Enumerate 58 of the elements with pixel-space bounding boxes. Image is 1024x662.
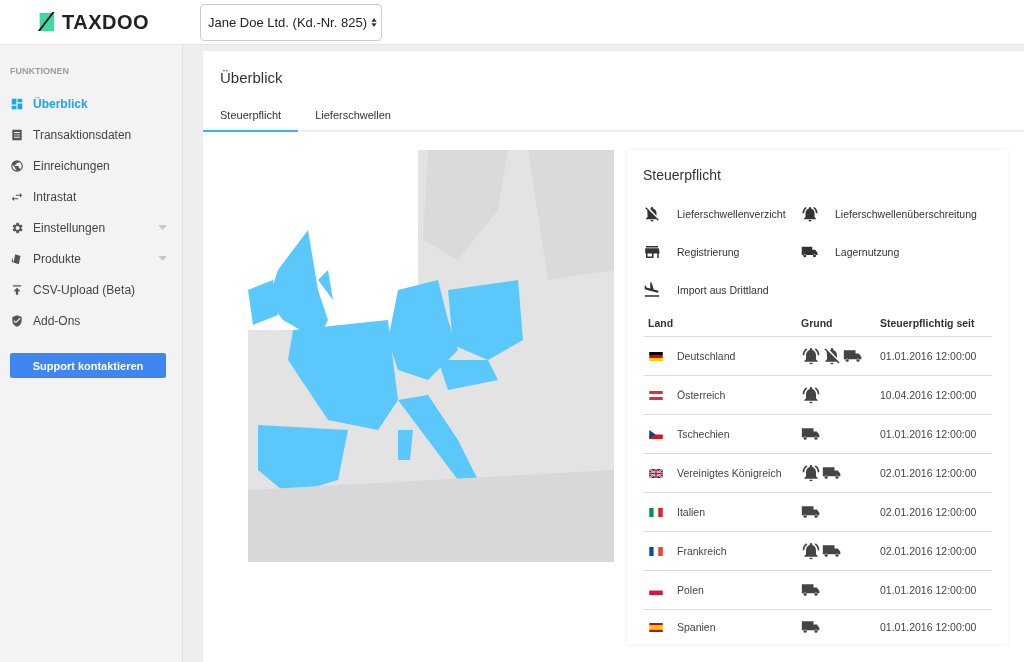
sort-caret-icon bbox=[371, 16, 377, 28]
shield-check-icon bbox=[10, 313, 24, 328]
table-cell: 01.01.2016 12:00:00 bbox=[880, 428, 977, 440]
table-cell: 02.01.2016 12:00:00 bbox=[880, 506, 977, 518]
table-cell: Vereinigtes Königreich bbox=[677, 467, 782, 479]
table-cell: Spanien bbox=[677, 621, 716, 633]
logo-icon bbox=[36, 10, 56, 34]
column-header: Grund bbox=[801, 317, 880, 337]
table-cell: 01.01.2016 12:00:00 bbox=[880, 584, 977, 596]
flag-icon bbox=[649, 507, 663, 517]
tab[interactable]: Lieferschwellen bbox=[298, 99, 408, 132]
legend-label: Lieferschwellenüberschreitung bbox=[835, 208, 977, 220]
support-button[interactable]: Support kontaktieren bbox=[10, 353, 166, 378]
flag-icon bbox=[649, 468, 663, 478]
column-header: Land bbox=[643, 317, 801, 337]
logo-text: TAXDOO bbox=[62, 10, 150, 34]
nav-item[interactable]: Intrastat bbox=[10, 181, 182, 212]
panel-title: Steuerpflicht bbox=[643, 167, 722, 183]
nav-item[interactable]: Transaktionsdaten bbox=[10, 119, 182, 150]
legend-label: Import aus Drittland bbox=[677, 284, 769, 296]
legend-label: Registrierung bbox=[677, 246, 740, 258]
list-icon bbox=[10, 127, 24, 142]
flag-icon bbox=[649, 546, 663, 556]
bell-ringing-icon bbox=[801, 205, 819, 223]
page-title: Überblick bbox=[219, 68, 284, 88]
table-cell: Italien bbox=[677, 506, 706, 518]
column-header: Steuerpflichtig seit bbox=[880, 317, 992, 337]
table-cell: Österreich bbox=[677, 389, 726, 401]
dashboard-icon bbox=[10, 96, 24, 111]
settings-icon bbox=[10, 220, 24, 235]
globe-icon bbox=[10, 158, 24, 173]
plane-landing-icon bbox=[643, 281, 661, 299]
flag-icon bbox=[649, 622, 663, 632]
table-cell: 02.01.2016 12:00:00 bbox=[880, 545, 977, 557]
table-cell: Polen bbox=[677, 584, 704, 596]
section-heading: FUNKTIONEN bbox=[10, 66, 70, 76]
table-cell: 02.01.2016 12:00:00 bbox=[880, 467, 977, 479]
flag-icon bbox=[649, 351, 663, 361]
flag-icon bbox=[649, 429, 663, 439]
table-cell: Frankreich bbox=[677, 545, 727, 557]
nav-item[interactable]: Produkte bbox=[10, 243, 182, 274]
tab[interactable]: Steuerpflicht bbox=[203, 99, 299, 132]
nav-item[interactable]: CSV-Upload (Beta) bbox=[10, 274, 182, 305]
storefront-icon bbox=[643, 243, 661, 261]
legend-label: Lagernutzung bbox=[835, 246, 900, 258]
nav-item[interactable]: Einstellungen bbox=[10, 212, 182, 243]
bell-off-icon bbox=[643, 205, 661, 223]
table-cell: 01.01.2016 12:00:00 bbox=[880, 621, 977, 633]
nav-item[interactable]: Einreichungen bbox=[10, 150, 182, 181]
upload-icon bbox=[10, 282, 24, 297]
table-cell: Tschechien bbox=[677, 428, 730, 440]
legend-label: Lieferschwellenverzicht bbox=[677, 208, 786, 220]
client-select[interactable]: Jane Doe Ltd. (Kd.-Nr. 825) bbox=[200, 3, 382, 41]
table-cell: 01.01.2016 12:00:00 bbox=[880, 350, 977, 362]
nav-item[interactable]: Add-Ons bbox=[10, 305, 182, 336]
table-cell: 10.04.2016 12:00:00 bbox=[880, 389, 977, 401]
table-cell: Deutschland bbox=[677, 350, 736, 362]
flag-icon bbox=[649, 390, 663, 400]
